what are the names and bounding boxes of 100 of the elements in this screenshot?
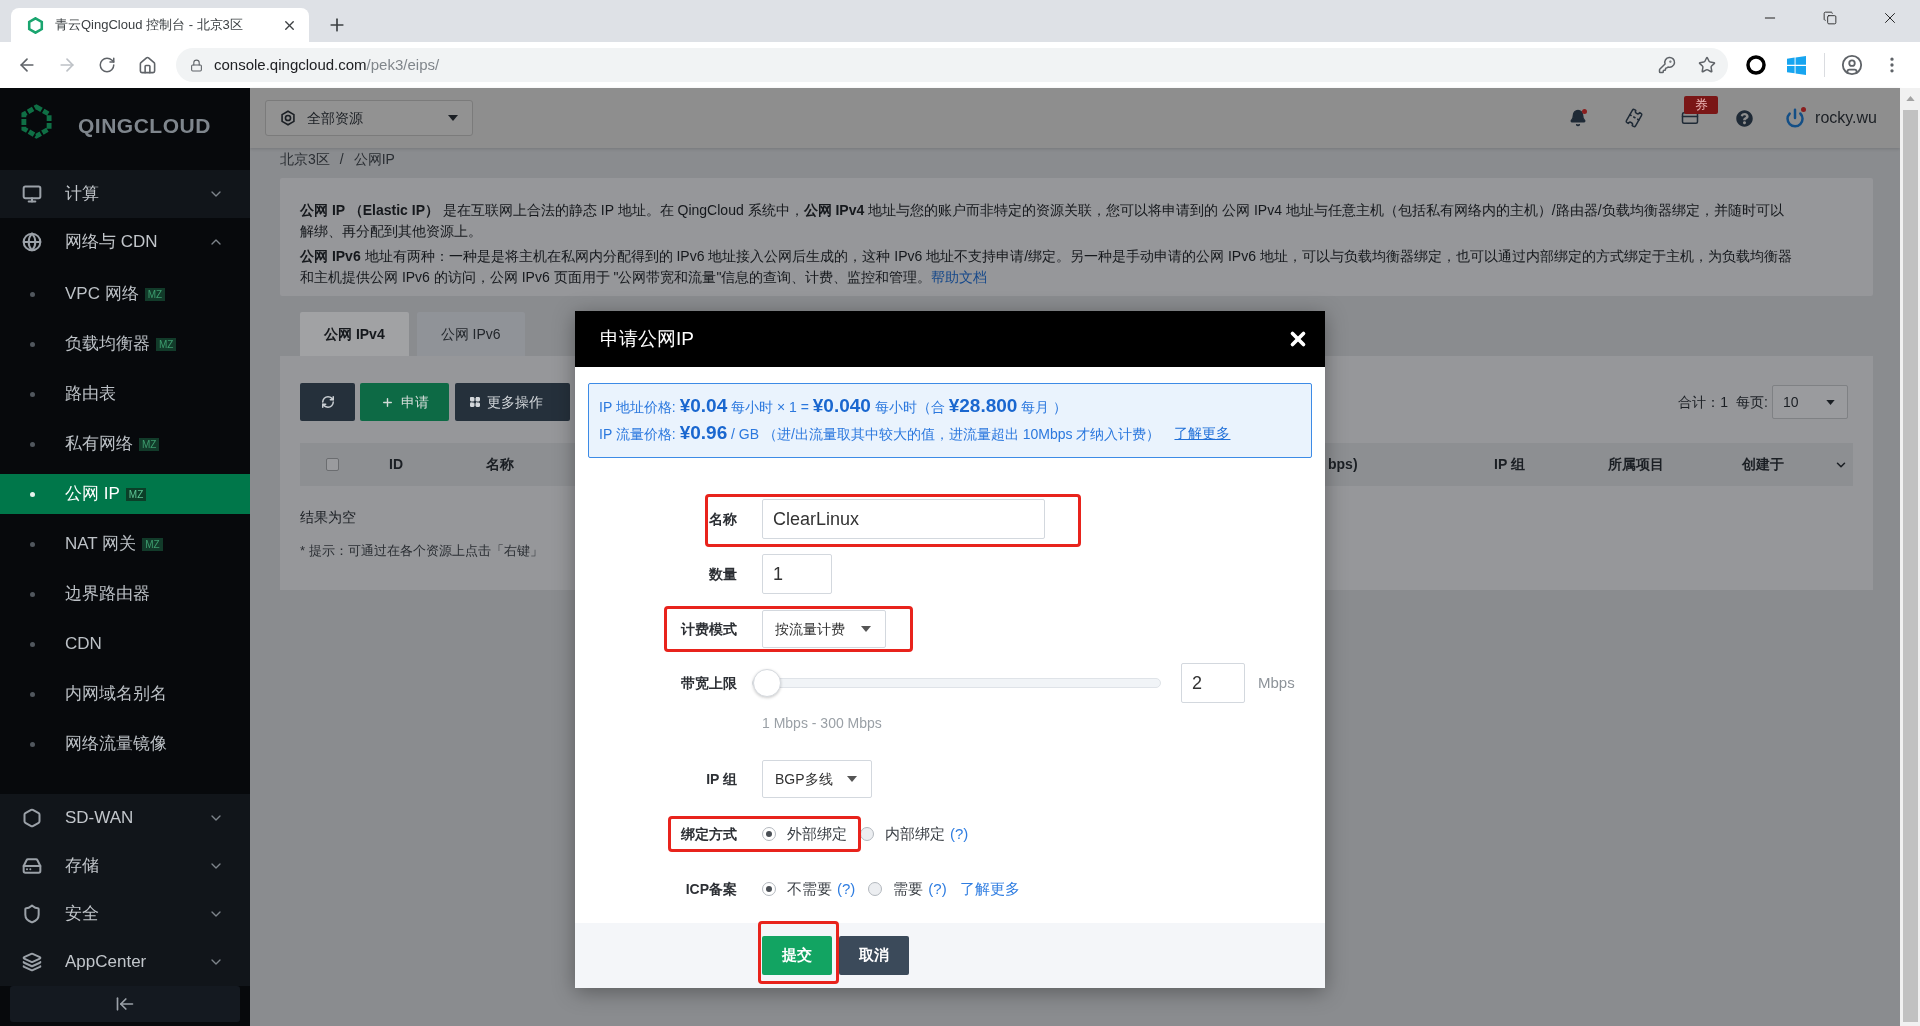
bullet-icon [30, 441, 35, 447]
breadcrumb-separator: / [339, 149, 344, 169]
globe-icon [22, 232, 42, 252]
caret-down-icon [1826, 399, 1835, 405]
bullet-icon [30, 341, 35, 347]
key-icon[interactable] [1658, 56, 1676, 74]
sidebar-item[interactable]: 私有网络 MZ [0, 424, 250, 464]
slider-track[interactable] [752, 668, 1161, 698]
help-link[interactable]: (?) [950, 822, 969, 846]
price-text: IP 流量价格: ¥0.96 / GB （进/出流量取其中较大的值，进流量超出 10Mbps 才纳入计费） 了解更多 [599, 421, 1232, 446]
text-input[interactable]: 1 [762, 554, 832, 594]
page-size-label: 每页: [1736, 392, 1768, 412]
bullet-icon [30, 491, 35, 497]
column-header: IP 组 [1494, 456, 1525, 472]
sidebar-item[interactable]: 内网域名别名 [0, 674, 250, 714]
radio-button[interactable] [762, 882, 776, 896]
field-label: 绑定方式 [680, 824, 737, 844]
learn-more-link[interactable]: 了解更多 [1174, 423, 1231, 444]
home-icon[interactable] [137, 55, 157, 75]
learn-more-link[interactable]: 了解更多 [959, 877, 1020, 901]
collapse-icon[interactable] [115, 994, 135, 1014]
sidebar-group[interactable]: SD-WAN [0, 794, 250, 842]
sidebar-item[interactable]: 边界路由器 [0, 574, 250, 614]
windows-logo-icon[interactable] [1786, 55, 1806, 75]
field-label: 带宽上限 [680, 673, 737, 693]
tag-badge: MZ [156, 337, 177, 351]
help-link[interactable]: (?) [837, 877, 856, 901]
hexagon-icon [280, 110, 296, 126]
sidebar-item[interactable]: 负载均衡器 MZ [0, 324, 250, 364]
scrollbar-thumb[interactable] [1902, 110, 1918, 1022]
caret-down-icon [448, 115, 458, 121]
browser-tab[interactable]: 青云QingCloud 控制台 - 北京3区 [11, 8, 309, 42]
column-header: 创建于 [1742, 456, 1784, 472]
hexagon-logo-icon [27, 16, 44, 34]
column-header: bps) [1328, 456, 1358, 472]
sidebar-item[interactable]: 网络流量镜像 [0, 724, 250, 764]
range-hint-text: 1 Mbps - 300 Mbps [762, 713, 882, 733]
description-text: 公网 IP （Elastic IP） 是在互联网上合法的静态 IP 地址。在 QingCloud 系统中，公网 IPv4 地址与您的账户而非特定的资源关联，您可以将申请到的 公网 IPv4 地址与任意主机（包括私有网络内的主机）/路由器/负载均衡器绑定，并随时可以解绑、再分配到其他资源上。 [300, 201, 1785, 241]
help-icon[interactable] [1736, 109, 1754, 127]
hard-drive-icon [22, 856, 42, 876]
sidebar-item[interactable]: NAT 网关 MZ [0, 524, 250, 564]
star-icon[interactable] [1698, 56, 1716, 74]
breadcrumb-link[interactable]: 北京3区 [280, 148, 330, 170]
sidebar-item[interactable]: 路由表 [0, 374, 250, 414]
sidebar-group[interactable]: 安全 [0, 890, 250, 938]
logo-text: QINGCLOUD [78, 113, 211, 139]
bullet-icon [30, 691, 35, 697]
field-label: ICP备案 [684, 879, 737, 899]
bell-icon[interactable] [1569, 109, 1588, 127]
slider-thumb[interactable] [753, 669, 782, 697]
dropdown-select[interactable]: 按流量计费 [762, 610, 886, 648]
radio-button[interactable] [868, 882, 883, 896]
tag-badge: MZ [142, 537, 163, 551]
field-label: 数量 [708, 564, 737, 584]
column-header: 名称 [486, 456, 514, 472]
radio-button[interactable] [762, 827, 776, 841]
number-input[interactable]: 2 [1181, 663, 1245, 703]
more-actions-button[interactable]: 更多操作 [455, 383, 570, 421]
bullet-icon [30, 391, 35, 397]
sidebar-item[interactable]: CDN [0, 624, 250, 664]
restore-icon[interactable] [1823, 11, 1837, 25]
select-all-checkbox[interactable] [326, 458, 339, 471]
refresh-icon [320, 395, 335, 409]
plus-icon [380, 395, 394, 409]
lock-icon [190, 58, 203, 72]
breadcrumb-link[interactable]: 公网IP [353, 148, 395, 170]
address-bar[interactable]: console.qingcloud.com/pek3/eips/ [176, 48, 1728, 82]
sidebar-group[interactable]: 计算 [0, 170, 250, 218]
tag-badge: MZ [144, 287, 166, 301]
username-text[interactable]: rocky.wu [1815, 106, 1877, 130]
sidebar-group[interactable]: AppCenter [0, 938, 250, 986]
empty-result-text: 结果为空 [300, 507, 356, 527]
sidebar-group[interactable]: 网络与 CDN [0, 218, 250, 266]
tab[interactable]: 公网 IPv4 [300, 312, 409, 356]
create-button[interactable]: 申请 [360, 383, 449, 421]
sidebar-group[interactable]: 存储 [0, 842, 250, 890]
account-icon[interactable] [1841, 54, 1863, 76]
ring-icon[interactable] [1746, 55, 1766, 75]
sidebar-item[interactable]: VPC 网络 MZ [0, 274, 250, 314]
sidebar-item[interactable]: 公网 IP MZ [0, 474, 250, 514]
layers-icon [22, 952, 42, 972]
power-icon[interactable] [1785, 108, 1806, 128]
reload-icon[interactable] [98, 56, 116, 74]
radio-label: 外部绑定 [787, 823, 847, 844]
caret-down-icon [847, 776, 857, 782]
help-link[interactable]: (?) [928, 877, 947, 901]
resource-select[interactable]: 全部资源 [265, 100, 473, 136]
coupon-badge: 券 [1684, 96, 1719, 114]
refresh-button[interactable] [300, 383, 355, 421]
bullet-icon [30, 541, 35, 547]
page-size-select[interactable]: 10 [1772, 385, 1848, 419]
caret-down-icon [861, 626, 871, 632]
cancel-button[interactable]: 取消 [839, 936, 909, 975]
text-input[interactable]: ClearLinux [762, 499, 1045, 539]
dropdown-select[interactable]: BGP多线 [762, 760, 872, 798]
field-label: 名称 [708, 509, 737, 529]
unit-label: Mbps [1258, 672, 1295, 693]
tab[interactable]: 公网 IPv6 [416, 312, 525, 356]
bullet-icon [30, 291, 35, 297]
bullet-icon [30, 641, 35, 647]
